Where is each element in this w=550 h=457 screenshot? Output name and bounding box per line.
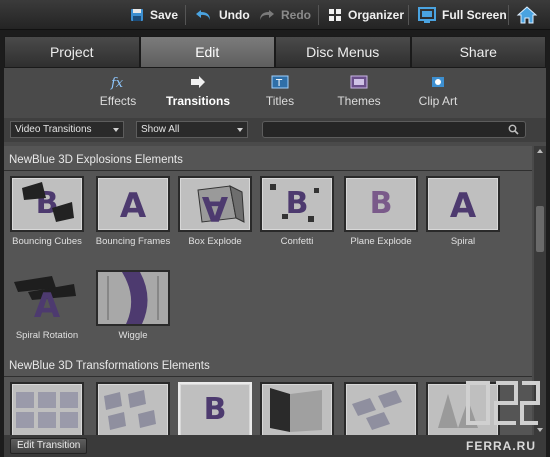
tile-label: Bouncing Cubes bbox=[12, 236, 82, 247]
tab-edit[interactable]: Edit bbox=[139, 36, 275, 68]
transition-tile[interactable] bbox=[8, 382, 86, 435]
home-button[interactable] bbox=[516, 0, 538, 30]
transition-box-explode[interactable]: A Box Explode bbox=[176, 176, 254, 247]
section-title-transformations: NewBlue 3D Transformations Elements bbox=[9, 360, 210, 372]
transition-bouncing-cubes[interactable]: B Bouncing Cubes bbox=[8, 176, 86, 247]
thumbnail: A bbox=[426, 176, 500, 232]
organizer-icon bbox=[329, 9, 341, 21]
clipart-icon bbox=[432, 77, 444, 87]
thumbnail: A bbox=[10, 270, 84, 326]
tab-disc-menus[interactable]: Disc Menus bbox=[275, 36, 411, 68]
transition-confetti[interactable]: B Confetti bbox=[258, 176, 336, 247]
subnav-transitions[interactable]: Transitions bbox=[158, 74, 238, 108]
show-dropdown[interactable]: Show All bbox=[136, 121, 248, 138]
subnav-clip-art-label: Clip Art bbox=[418, 94, 458, 108]
redo-label: Redo bbox=[281, 8, 311, 22]
save-button[interactable]: Save bbox=[130, 0, 178, 30]
thumbnail: B bbox=[344, 176, 418, 232]
home-icon bbox=[516, 6, 538, 24]
thumbnail: A bbox=[178, 176, 252, 232]
full-screen-label: Full Screen bbox=[442, 8, 507, 22]
transition-tile[interactable] bbox=[94, 382, 172, 435]
scroll-up-icon[interactable] bbox=[537, 149, 543, 153]
search-input[interactable] bbox=[262, 121, 526, 138]
thumbnail bbox=[260, 382, 334, 435]
transition-plane-explode[interactable]: B Plane Explode bbox=[342, 176, 420, 247]
transition-bouncing-frames[interactable]: A Bouncing Frames bbox=[94, 176, 172, 247]
section-title-explosions: NewBlue 3D Explosions Elements bbox=[9, 154, 183, 166]
subnav-titles[interactable]: T Titles bbox=[240, 74, 320, 108]
subnav-themes[interactable]: Themes bbox=[319, 74, 399, 108]
subnav-themes-label: Themes bbox=[337, 94, 381, 108]
subnav-transitions-label: Transitions bbox=[165, 94, 230, 108]
show-dropdown-value: Show All bbox=[141, 124, 180, 135]
thumbnail bbox=[96, 382, 170, 435]
transition-wiggle[interactable]: Wiggle bbox=[94, 270, 172, 341]
svg-text:T: T bbox=[275, 78, 283, 89]
redo-button[interactable]: Redo bbox=[257, 0, 311, 30]
tab-share[interactable]: Share bbox=[410, 36, 546, 68]
thumbnail: A bbox=[96, 176, 170, 232]
transition-tile[interactable] bbox=[342, 382, 420, 435]
tile-label: Bouncing Frames bbox=[95, 236, 171, 247]
category-dropdown-value: Video Transitions bbox=[15, 124, 92, 135]
tile-label: Confetti bbox=[280, 236, 314, 247]
ferra-logo-icon bbox=[466, 381, 540, 425]
fx-icon: fx bbox=[110, 76, 124, 90]
thumbnail bbox=[96, 270, 170, 326]
redo-icon bbox=[260, 10, 274, 20]
undo-label: Undo bbox=[219, 8, 250, 22]
thumbnail: B bbox=[260, 176, 334, 232]
subnav-effects-label: Effects bbox=[99, 94, 137, 108]
transition-spiral[interactable]: A Spiral bbox=[424, 176, 502, 247]
chevron-down-icon bbox=[113, 128, 119, 132]
transition-tile[interactable] bbox=[258, 382, 336, 435]
thumbnail bbox=[10, 382, 84, 435]
edit-transition-button[interactable]: Edit Transition bbox=[10, 438, 88, 454]
tile-label: Box Explode bbox=[188, 236, 242, 247]
subnav-effects[interactable]: fx Effects bbox=[78, 74, 158, 108]
thumbnail: B bbox=[178, 382, 252, 435]
subnav-titles-label: Titles bbox=[265, 94, 295, 108]
filter-bar: Video Transitions Show All bbox=[4, 118, 546, 142]
top-toolbar: Save Undo Redo Organizer Full Screen bbox=[0, 0, 550, 30]
undo-button[interactable]: Undo bbox=[195, 0, 250, 30]
themes-icon bbox=[350, 75, 368, 89]
save-icon bbox=[131, 9, 143, 21]
organizer-label: Organizer bbox=[348, 8, 405, 22]
thumbnail bbox=[344, 382, 418, 435]
tab-project[interactable]: Project bbox=[4, 36, 140, 68]
transitions-grid: NewBlue 3D Explosions Elements B Bouncin… bbox=[4, 146, 532, 435]
tile-label: Wiggle bbox=[118, 330, 148, 341]
transition-tile-selected[interactable]: B bbox=[176, 382, 254, 435]
thumbnail: B bbox=[10, 176, 84, 232]
save-label: Save bbox=[150, 8, 179, 22]
main-tabs: Project Edit Disc Menus Share bbox=[4, 36, 546, 68]
svg-text:fx: fx bbox=[110, 76, 124, 90]
organizer-button[interactable]: Organizer bbox=[328, 0, 404, 30]
transition-spiral-rotation[interactable]: A Spiral Rotation bbox=[8, 270, 86, 341]
watermark-text: FERRA.RU bbox=[466, 439, 536, 453]
tile-label: Spiral Rotation bbox=[15, 330, 79, 341]
edit-subnav: fx Effects Transitions T Titles Themes C… bbox=[4, 68, 546, 116]
category-dropdown[interactable]: Video Transitions bbox=[10, 121, 124, 138]
chevron-down-icon bbox=[237, 128, 243, 132]
subnav-clip-art[interactable]: Clip Art bbox=[398, 74, 478, 108]
transition-arrow-icon bbox=[191, 76, 205, 88]
ferra-watermark: FERRA.RU bbox=[456, 377, 546, 455]
tile-label: Plane Explode bbox=[350, 236, 412, 247]
scrollbar-thumb[interactable] bbox=[536, 206, 544, 252]
full-screen-icon bbox=[418, 7, 436, 23]
tile-label: Spiral bbox=[450, 236, 476, 247]
undo-icon bbox=[196, 10, 210, 20]
titles-icon: T bbox=[271, 75, 289, 89]
full-screen-button[interactable]: Full Screen bbox=[418, 0, 507, 30]
search-icon[interactable] bbox=[508, 124, 519, 135]
